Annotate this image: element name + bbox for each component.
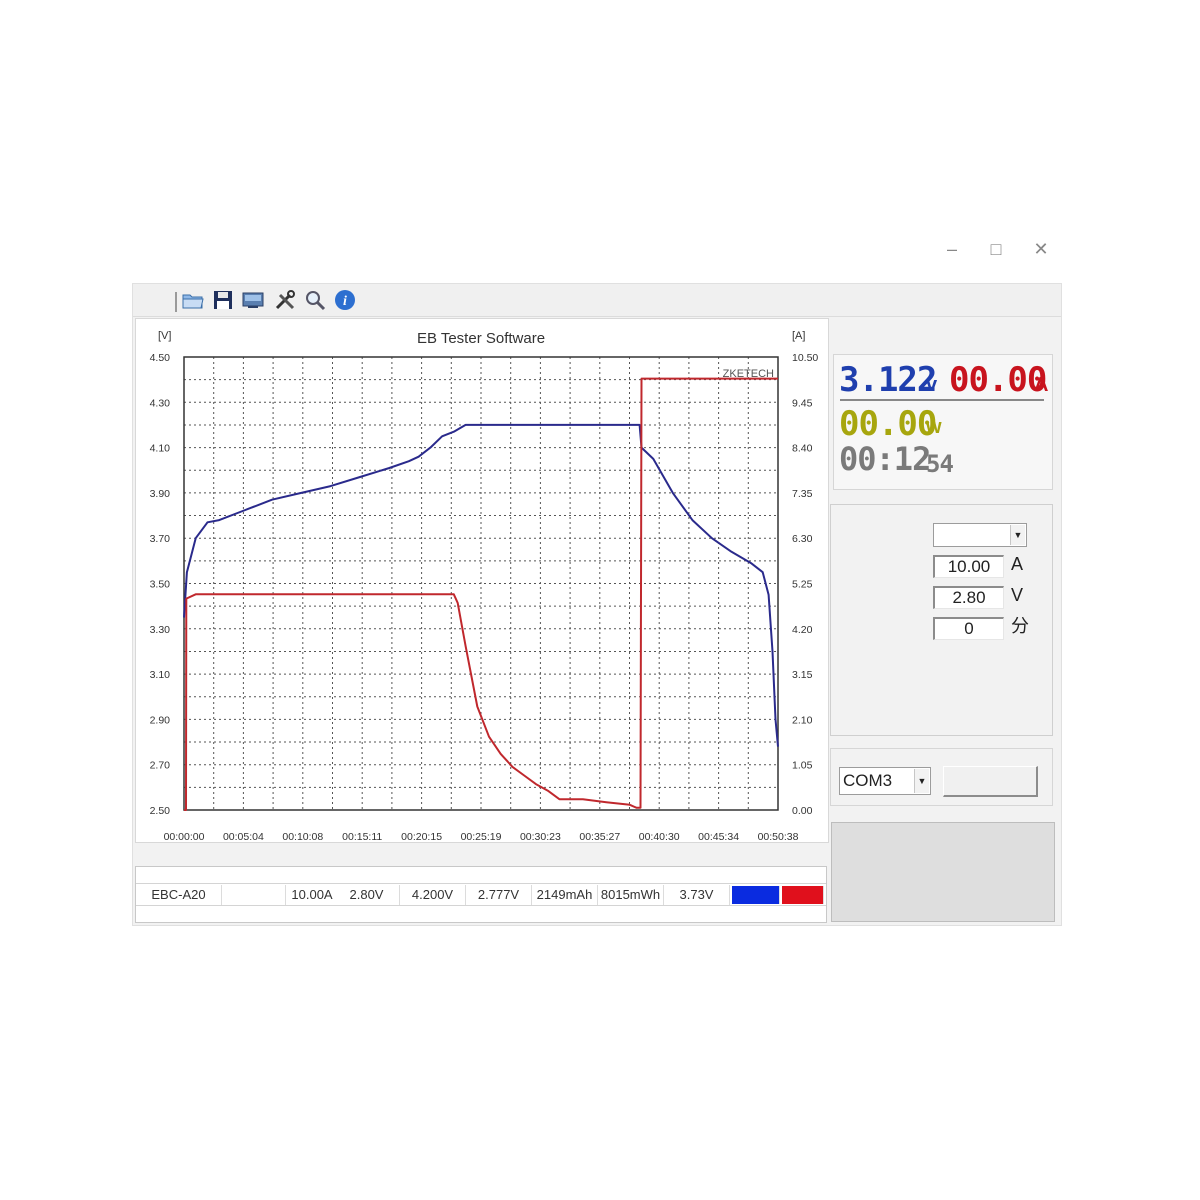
y-left-tick-label: 4.50 [150,352,171,364]
maximize-button[interactable]: □ [984,238,1008,260]
chevron-down-icon: ▼ [1010,525,1025,545]
save-icon[interactable] [211,288,235,312]
chart-panel: EB Tester Software [V] [A] ZKETECH 4.50 4.30 4… [135,318,829,843]
y-left-tick-label: 2.70 [150,760,171,772]
x-tick-label: 00:05:04 [223,831,264,842]
chart-title: EB Tester Software [417,330,545,347]
y-right-tick-label: 5.25 [792,579,813,591]
x-tick-label: 00:50:38 [758,831,799,842]
y-axis-left-label: [V] [158,330,171,342]
x-tick-label: 00:10:08 [282,831,323,842]
connect-button[interactable] [943,766,1038,797]
x-tick-label: 00:25:19 [461,831,502,842]
open-folder-icon[interactable] [181,288,205,312]
com-port-select[interactable]: COM3 ▼ [839,767,931,795]
lcd-divider [840,399,1044,401]
current-unit: A [1034,374,1049,396]
current-color-swatch[interactable] [782,886,824,904]
y-right-tick-label: 6.30 [792,533,813,545]
status-energy: 8015mWh [598,885,664,905]
status-table: EBC-A20 10.00A 2.80V 4.200V 2.777V 2149m… [135,866,827,923]
time-seconds-readout: 54 [926,450,954,478]
voltage-field[interactable]: 2.80 [933,586,1004,609]
x-tick-label: 00:35:27 [579,831,620,842]
y-right-tick-label: 7.35 [792,488,813,500]
current-field[interactable]: 10.00 [933,555,1004,578]
com-panel: COM3 ▼ [830,748,1053,806]
y-left-tick-label: 4.10 [150,443,171,455]
y-right-tick-label: 10.50 [792,352,818,364]
voltage-readout: 3.122 [839,360,937,400]
y-left-tick-label: 4.30 [150,397,171,409]
status-capacity: 2149mAh [532,885,598,905]
status-blank [222,885,286,905]
settings-panel: ▼ 10.00 A 2.80 V 0 分 [830,504,1053,736]
current-field-unit: A [1011,554,1024,574]
y-right-tick-label: 9.45 [792,397,813,409]
x-tick-label: 00:30:23 [520,831,561,842]
app-window: i EB Tester Software [V] [A] ZKETECH 4.50 4.3… [132,283,1062,926]
chart: EB Tester Software[V] [A]ZKETECH4.504.304… [150,330,819,842]
x-tick-label: 00:00:00 [164,831,205,842]
y-left-tick-label: 2.90 [150,714,171,726]
y-axis-right-label: [A] [792,330,805,342]
minutes-field-unit: 分 [1011,616,1029,636]
svg-text:i: i [343,294,347,309]
y-right-tick-label: 3.15 [792,669,813,681]
y-left-tick-label: 2.50 [150,805,171,817]
info-icon[interactable]: i [333,288,357,312]
x-tick-label: 00:40:30 [639,831,680,842]
y-left-tick-label: 3.30 [150,624,171,636]
tools-icon[interactable] [273,288,297,312]
x-tick-label: 00:15:11 [342,831,382,842]
y-right-tick-label: 4.20 [792,624,813,636]
status-model: EBC-A20 [136,885,222,905]
status-table-divider [136,905,826,906]
com-port-value: COM3 [843,771,893,790]
chevron-down-icon: ▼ [914,769,929,793]
lcd-display: 3.122 v 00.00 A 00.00 w 00:12 54 [833,354,1053,490]
power-readout: 00.00 [839,404,937,444]
status-set-voltage: 2.80V [334,885,400,905]
monitor-icon[interactable] [241,288,265,312]
status-end-voltage: 2.777V [466,885,532,905]
status-avg-voltage: 3.73V [664,885,730,905]
minutes-field[interactable]: 0 [933,617,1004,640]
zoom-icon[interactable] [303,288,327,312]
y-right-tick-label: 8.40 [792,443,813,455]
current-readout: 00.00 [949,360,1047,400]
y-left-tick-label: 3.10 [150,669,171,681]
mode-select[interactable]: ▼ [933,523,1027,547]
toolbar-separator [175,292,177,312]
status-table-divider [136,883,826,884]
voltage-unit: v [926,374,938,396]
y-right-tick-label: 0.00 [792,805,813,817]
y-right-tick-label: 1.05 [792,760,813,772]
status-charge-voltage: 4.200V [400,885,466,905]
power-unit: w [926,416,942,438]
y-left-tick-label: 3.90 [150,488,171,500]
y-right-tick-label: 2.10 [792,714,813,726]
voltage-color-swatch[interactable] [732,886,780,904]
status-set-current: 10.00A [291,887,333,902]
y-left-tick-label: 3.50 [150,579,171,591]
minimize-button[interactable]: – [940,238,964,260]
voltage-field-unit: V [1011,585,1024,605]
y-left-tick-label: 3.70 [150,533,171,545]
time-readout: 00:12 [839,440,931,478]
start-button[interactable] [831,822,1055,922]
x-tick-label: 00:20:15 [401,831,442,842]
x-tick-label: 00:45:34 [698,831,739,842]
close-button[interactable]: ✕ [1029,238,1053,260]
toolbar: i [133,284,1061,317]
